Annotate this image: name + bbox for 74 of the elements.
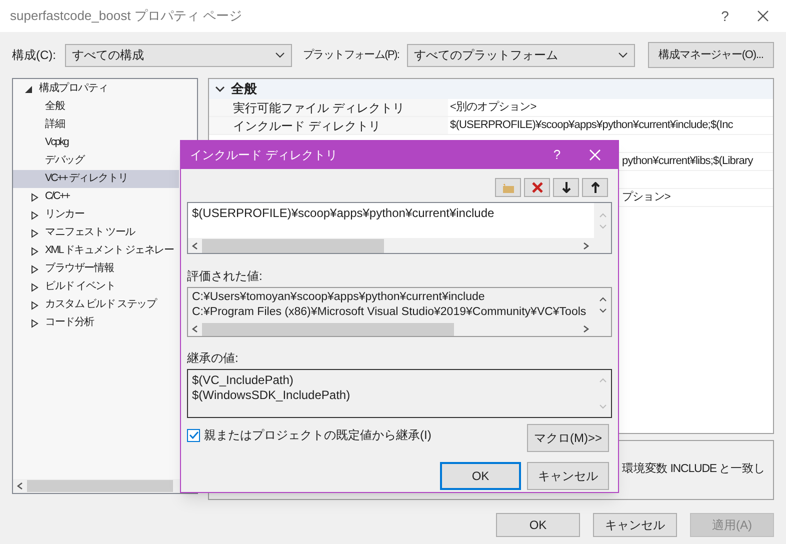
platform-label: プラットフォーム(P):	[303, 48, 400, 63]
help-button[interactable]: ?	[542, 141, 572, 169]
delete-x-icon	[532, 182, 542, 193]
configuration-manager-button[interactable]: 構成マネージャー(O)...	[648, 42, 774, 68]
section-header[interactable]: 全般	[209, 79, 773, 99]
tree-item[interactable]: マニフェスト ツール	[13, 224, 179, 242]
configuration-dropdown[interactable]: すべての構成	[65, 44, 292, 66]
evaluated-line: C:¥Program Files (x86)¥Microsoft Visual Studio¥2019¥Community¥VC¥Tools	[192, 305, 588, 320]
scroll-down-icon	[598, 404, 606, 409]
tree-item[interactable]: リンカー	[13, 206, 179, 224]
scroll-right-icon	[583, 325, 589, 333]
inherited-line: $(VC_IncludePath)	[192, 373, 294, 388]
scroll-right-icon	[583, 242, 589, 250]
dialog-title: インクルード ディレクトリ	[189, 147, 338, 164]
property-value[interactable]: <別のオプション>	[448, 99, 536, 116]
scrollbar-thumb[interactable]	[202, 322, 454, 336]
configuration-label: 構成(C):	[12, 47, 57, 64]
tree-item[interactable]: XML ドキュメント ジェネレー	[13, 242, 179, 260]
tree-item[interactable]: コード分析	[13, 314, 179, 332]
chevron-down-icon	[275, 52, 286, 58]
folder-star-icon	[501, 182, 515, 194]
scrollbar-thumb[interactable]	[27, 480, 173, 492]
inherit-checkbox[interactable]	[187, 428, 200, 442]
scroll-down-icon	[598, 308, 606, 313]
scroll-left-icon	[192, 242, 198, 250]
dialog-button[interactable]: OK	[440, 462, 521, 490]
property-name: 実行可能ファイル ディレクトリ	[209, 99, 448, 116]
entries-list[interactable]: $(USERPROFILE)¥scoop¥apps¥python¥current¥include	[187, 202, 612, 254]
scroll-up-icon	[598, 212, 606, 218]
window-title: superfastcode_boost プロパティ ページ	[9, 7, 243, 26]
help-button[interactable]: ?	[710, 1, 740, 31]
platform-dropdown[interactable]: すべてのプラットフォーム	[407, 44, 635, 66]
tree-item[interactable]: ブラウザー情報	[13, 260, 179, 278]
tree-item[interactable]: 詳細	[13, 116, 179, 134]
checkmark-icon	[188, 431, 198, 439]
move-up-button[interactable]	[582, 178, 608, 197]
evaluated-values-label: 評価された値:	[187, 268, 264, 285]
dialog-button[interactable]: OK	[496, 513, 580, 537]
scroll-left-icon	[17, 482, 23, 490]
scroll-up-icon	[598, 378, 606, 383]
scroll-down-icon	[598, 224, 606, 228]
tree-item[interactable]: C/C++	[13, 188, 179, 206]
close-icon	[589, 149, 601, 161]
expanded-triangle-icon	[25, 84, 33, 94]
inherited-values-label: 継承の値:	[187, 350, 240, 367]
description-text: 環境変数 INCLUDE と一致し	[622, 461, 765, 478]
property-value[interactable]: $(USERPROFILE)¥scoop¥apps¥python¥current¥include;$(Inc	[448, 117, 733, 134]
dialog-button[interactable]: キャンセル	[593, 513, 677, 537]
tree-item[interactable]: デバッグ	[13, 152, 179, 170]
tree-item[interactable]: VC++ ディレクトリ	[13, 170, 179, 188]
arrow-up-icon	[590, 182, 600, 193]
tree-item[interactable]: Vcpkg	[13, 134, 179, 152]
chevron-down-icon	[618, 52, 628, 58]
close-icon	[757, 10, 769, 22]
tree-item[interactable]: 全般	[13, 98, 179, 116]
horizontal-scrollbar[interactable]	[188, 238, 611, 253]
tree-item[interactable]: ビルド イベント	[13, 278, 179, 296]
tree-item[interactable]: 構成プロパティ	[13, 80, 179, 98]
dialog-button[interactable]: キャンセル	[527, 462, 609, 490]
evaluated-line: C:¥Users¥tomoyan¥scoop¥apps¥python¥current¥include	[192, 290, 486, 305]
arrow-down-icon	[562, 182, 570, 193]
scroll-left-icon	[192, 325, 198, 333]
macro-button[interactable]: マクロ(M)>>	[527, 424, 609, 452]
scroll-up-icon	[598, 297, 606, 302]
inherited-line: $(WindowsSDK_IncludePath)	[192, 388, 352, 403]
delete-button[interactable]	[524, 178, 550, 197]
move-down-button[interactable]	[553, 178, 579, 197]
property-value[interactable]: プション>	[622, 189, 670, 206]
tree-item[interactable]: カスタム ビルド ステップ	[13, 296, 179, 314]
property-name: インクルード ディレクトリ	[209, 117, 448, 134]
scrollbar-thumb[interactable]	[202, 238, 384, 252]
property-value[interactable]: python¥current¥libs;$(Library	[622, 153, 753, 170]
inherit-checkbox-label: 親またはプロジェクトの既定値から継承(I)	[204, 427, 432, 444]
entry-line[interactable]: $(USERPROFILE)¥scoop¥apps¥python¥current¥include	[192, 204, 594, 222]
